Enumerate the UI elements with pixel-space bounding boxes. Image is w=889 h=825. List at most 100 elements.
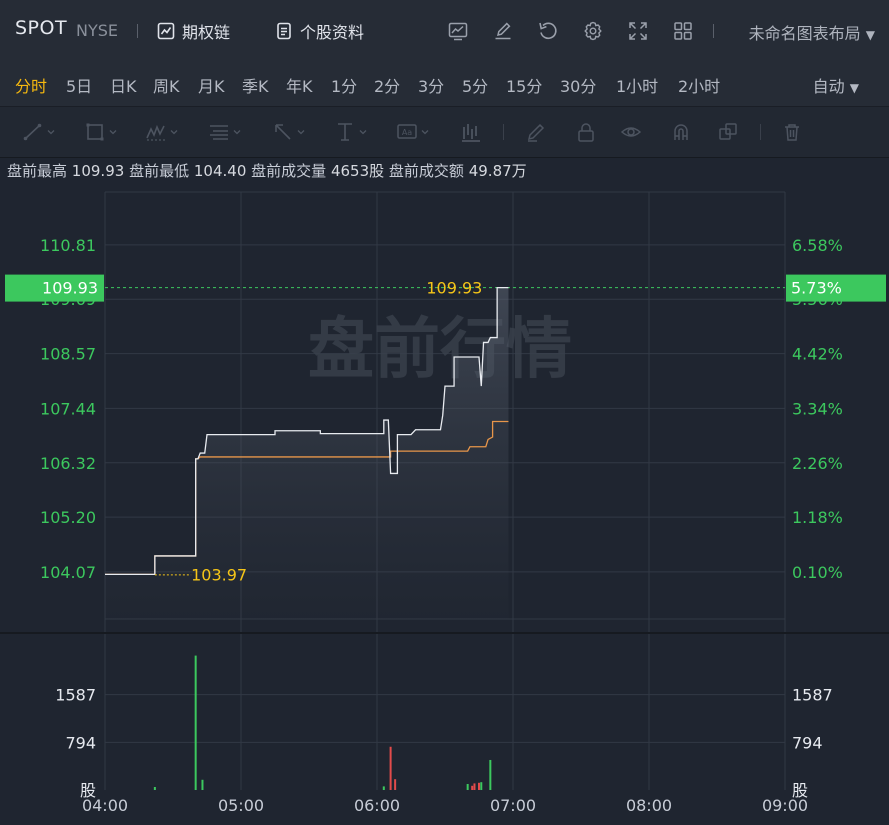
volume-bar	[480, 782, 483, 790]
rectangle-tool[interactable]	[84, 119, 117, 145]
premarket-volume-label: 盘前成交量	[251, 162, 327, 180]
tab-period[interactable]: 3分	[418, 73, 444, 97]
watermark-text: 盘前行情	[308, 311, 572, 388]
magnet-icon	[674, 124, 688, 140]
tab-period[interactable]: 1小时	[616, 73, 658, 97]
premarket-amount-value: 49.87万	[468, 162, 527, 180]
symbol-label[interactable]: SPOT	[15, 17, 67, 39]
draw-icon	[495, 22, 511, 40]
volume-bar	[489, 759, 492, 790]
percent-axis-label: 6.58%	[792, 236, 843, 255]
time-axis-label: 04:00	[82, 796, 128, 815]
period-tabs: 分时 5日 日K 周K 月K 季K 年K 1分 2分 3分 5分 15分 30分…	[0, 62, 889, 106]
premarket-summary: 盘前最高 109.93 盘前最低 104.40 盘前成交量 4653股 盘前成交…	[7, 160, 527, 181]
document-icon	[277, 22, 291, 40]
drawing-toolbar: Aa	[0, 106, 889, 158]
price-axis-label: 107.44	[40, 399, 96, 418]
fibonacci-tool[interactable]	[208, 119, 241, 145]
volume-bar	[201, 779, 204, 790]
magnet-tool[interactable]	[670, 119, 692, 145]
tab-period[interactable]: 5分	[462, 73, 488, 97]
indicator-button[interactable]	[445, 18, 471, 44]
lock-icon	[578, 123, 594, 142]
measure-tool[interactable]	[334, 119, 367, 145]
premarket-high-label: 盘前最高	[7, 162, 68, 180]
lock-tool[interactable]	[575, 119, 597, 145]
visibility-tool[interactable]	[620, 119, 642, 145]
chevron-down-icon	[421, 130, 429, 135]
tab-period[interactable]: 2分	[374, 73, 400, 97]
tab-period[interactable]: 季K	[242, 73, 269, 97]
tab-period[interactable]: 年K	[286, 73, 313, 97]
volume-bar	[153, 786, 156, 790]
chevron-down-icon	[297, 130, 305, 135]
percent-axis-label: 1.18%	[792, 508, 843, 527]
auto-scale-label: 自动	[812, 77, 845, 96]
toolbar-divider	[760, 124, 761, 140]
fullscreen-button[interactable]	[625, 18, 651, 44]
auto-scale-selector[interactable]: 自动 ▼	[813, 73, 859, 97]
volume-axis-label: 794	[792, 733, 823, 752]
fibonacci-icon	[210, 125, 228, 140]
volume-bar	[394, 779, 397, 790]
tab-period[interactable]: 2小时	[678, 73, 720, 97]
price-axis-label: 105.20	[40, 508, 96, 527]
undo-button[interactable]	[535, 18, 561, 44]
arrow-tool[interactable]	[272, 119, 305, 145]
tab-period[interactable]: 分时	[15, 73, 47, 97]
delete-tool[interactable]	[781, 119, 803, 145]
premarket-high-value: 109.93	[71, 162, 125, 180]
settings-button[interactable]	[580, 18, 606, 44]
tab-period[interactable]: 日K	[110, 73, 137, 97]
draw-button[interactable]	[490, 18, 516, 44]
trash-icon	[785, 124, 799, 141]
trend-line-icon	[23, 123, 42, 141]
volume-bar	[194, 655, 197, 790]
arrow-icon	[275, 124, 291, 140]
grid-layout-button[interactable]	[670, 18, 696, 44]
tab-period[interactable]: 月K	[198, 73, 225, 97]
settings-icon	[584, 21, 602, 41]
pattern-tool[interactable]	[145, 119, 178, 145]
volume-bar	[382, 786, 385, 790]
price-axis-label: 110.81	[40, 236, 96, 255]
volume-bar	[466, 783, 469, 790]
toolbar-divider	[503, 124, 504, 140]
tab-period[interactable]: 15分	[506, 73, 542, 97]
bars-pattern-tool[interactable]	[460, 119, 482, 145]
tab-period[interactable]: 周K	[153, 73, 180, 97]
text-note-icon: Aa	[397, 124, 417, 139]
layout-selector[interactable]: 未命名图表布局 ▼	[749, 20, 875, 44]
clone-tool[interactable]	[717, 119, 739, 145]
premarket-low-label: 盘前最低	[129, 162, 190, 180]
current-price-value: 109.93	[42, 279, 98, 298]
tab-period[interactable]: 30分	[560, 73, 596, 97]
undo-icon	[539, 22, 557, 40]
chevron-down-icon: ▼	[865, 28, 875, 42]
tab-period[interactable]: 1分	[331, 73, 357, 97]
volume-bar	[478, 782, 480, 790]
bars-pattern-icon	[462, 124, 480, 142]
exchange-label: NYSE	[76, 21, 119, 40]
options-chain-label: 期权链	[182, 23, 231, 42]
percent-axis-label: 4.42%	[792, 345, 843, 364]
price-axis-label: 104.07	[40, 563, 96, 582]
brush-tool[interactable]	[525, 119, 547, 145]
rectangle-icon	[86, 123, 104, 141]
tab-period[interactable]: 5日	[66, 73, 92, 97]
time-axis-label: 06:00	[354, 796, 400, 815]
chevron-down-icon	[359, 130, 367, 135]
options-chain-button[interactable]: 期权链	[156, 18, 230, 44]
volume-axis-label: 794	[65, 733, 96, 752]
measure-icon	[338, 123, 352, 141]
intraday-chart[interactable]: 盘前行情109.93103.97110.81109.69108.57107.44…	[0, 184, 889, 825]
text-note-tool[interactable]: Aa	[396, 119, 429, 145]
stock-profile-button[interactable]: 个股资料	[274, 18, 364, 44]
premarket-amount-label: 盘前成交额	[388, 162, 464, 180]
trend-line-tool[interactable]	[22, 119, 55, 145]
stock-profile-label: 个股资料	[300, 23, 365, 42]
toolbar-divider	[713, 24, 714, 38]
price-axis-label: 106.32	[40, 454, 96, 473]
volume-axis-label: 1587	[792, 686, 833, 705]
chevron-down-icon: ▼	[849, 81, 859, 95]
